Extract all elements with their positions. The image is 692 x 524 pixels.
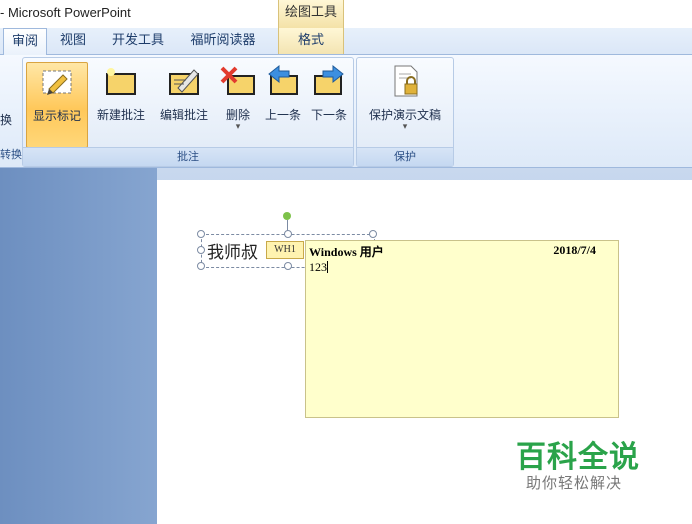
resize-handle-top[interactable] [284,230,292,238]
ribbon-tab-bar: 审阅 视图 开发工具 福昕阅读器 格式 [0,28,692,56]
watermark: 百科全说 助你轻松解决 [490,418,692,524]
delete-comment-button[interactable]: 删除 ▾ [217,62,259,146]
next-comment-icon [314,64,344,95]
comment-author: Windows 用户 [309,245,384,259]
edit-comment-button[interactable]: 编辑批注 [153,62,215,146]
resize-handle-top-right[interactable] [369,230,377,238]
resize-handle-bottom-left[interactable] [197,262,205,270]
new-comment-icon [106,68,136,95]
resize-handle-left[interactable] [197,246,205,254]
previous-comment-icon [268,64,298,95]
comment-text-value: 123 [309,260,327,274]
watermark-subtitle: 助你轻松解决 [526,474,623,492]
show-markup-icon [42,70,72,95]
slide-text[interactable]: 我师叔 [207,238,258,263]
text-caret [327,261,328,273]
comments-group-label: 批注 [23,147,353,166]
protect-group-label: 保护 [357,147,453,166]
delete-comment-label: 删除 [225,108,250,122]
show-markup-button[interactable]: 显示标记 [26,62,88,148]
comments-group: 显示标记 新建批注 编辑批注 删除 ▾ 上一条 下一条 批注 [22,57,354,167]
comment-text[interactable]: 123 [309,260,328,275]
tab-foxit-reader[interactable]: 福昕阅读器 [182,28,264,54]
protect-group: 保护演示文稿 ▾ 保护 [356,57,454,167]
tab-review[interactable]: 审阅 [3,28,47,56]
comment-date: 2018/7/4 [553,243,596,257]
slide-thumbnail-pane[interactable] [0,168,157,524]
convert-group-label: 转换 [0,148,22,161]
comment-box[interactable]: Windows 用户 2018/7/4 123 [305,240,619,418]
resize-handle-bottom[interactable] [284,262,292,270]
title-bar: - Microsoft PowerPoint 绘图工具 [0,0,692,28]
protect-presentation-label: 保护演示文稿 [368,108,441,122]
next-comment-label: 下一条 [310,108,347,122]
edit-comment-label: 编辑批注 [159,108,208,122]
new-comment-label: 新建批注 [96,108,145,122]
previous-comment-button[interactable]: 上一条 [261,62,305,146]
delete-dropdown-arrow[interactable]: ▾ [217,122,259,132]
delete-comment-icon [220,66,255,95]
window-title: - Microsoft PowerPoint [0,5,131,20]
tab-view[interactable]: 视图 [52,28,94,54]
rotation-handle[interactable] [283,212,291,220]
protect-dropdown-arrow[interactable]: ▾ [359,122,451,132]
next-comment-button[interactable]: 下一条 [307,62,351,146]
ribbon: 换 转换 显示标记 新建批注 编辑批注 删除 ▾ 上一条 下一条 批注 保护演示… [0,55,692,168]
watermark-title: 百科全说 [516,440,640,475]
protect-presentation-icon [394,65,418,97]
show-markup-label: 显示标记 [32,109,81,123]
previous-comment-label: 上一条 [264,108,301,122]
resize-handle-top-left[interactable] [197,230,205,238]
tab-format[interactable]: 格式 [278,28,344,54]
tab-developer[interactable]: 开发工具 [104,28,172,54]
protect-presentation-button[interactable]: 保护演示文稿 ▾ [359,62,451,146]
new-comment-button[interactable]: 新建批注 [91,62,151,146]
context-tool-header: 绘图工具 [278,0,344,28]
comment-marker[interactable]: WH1 [266,241,304,259]
edit-comment-icon [169,69,199,95]
convert-button-partial[interactable]: 换 [0,111,12,128]
